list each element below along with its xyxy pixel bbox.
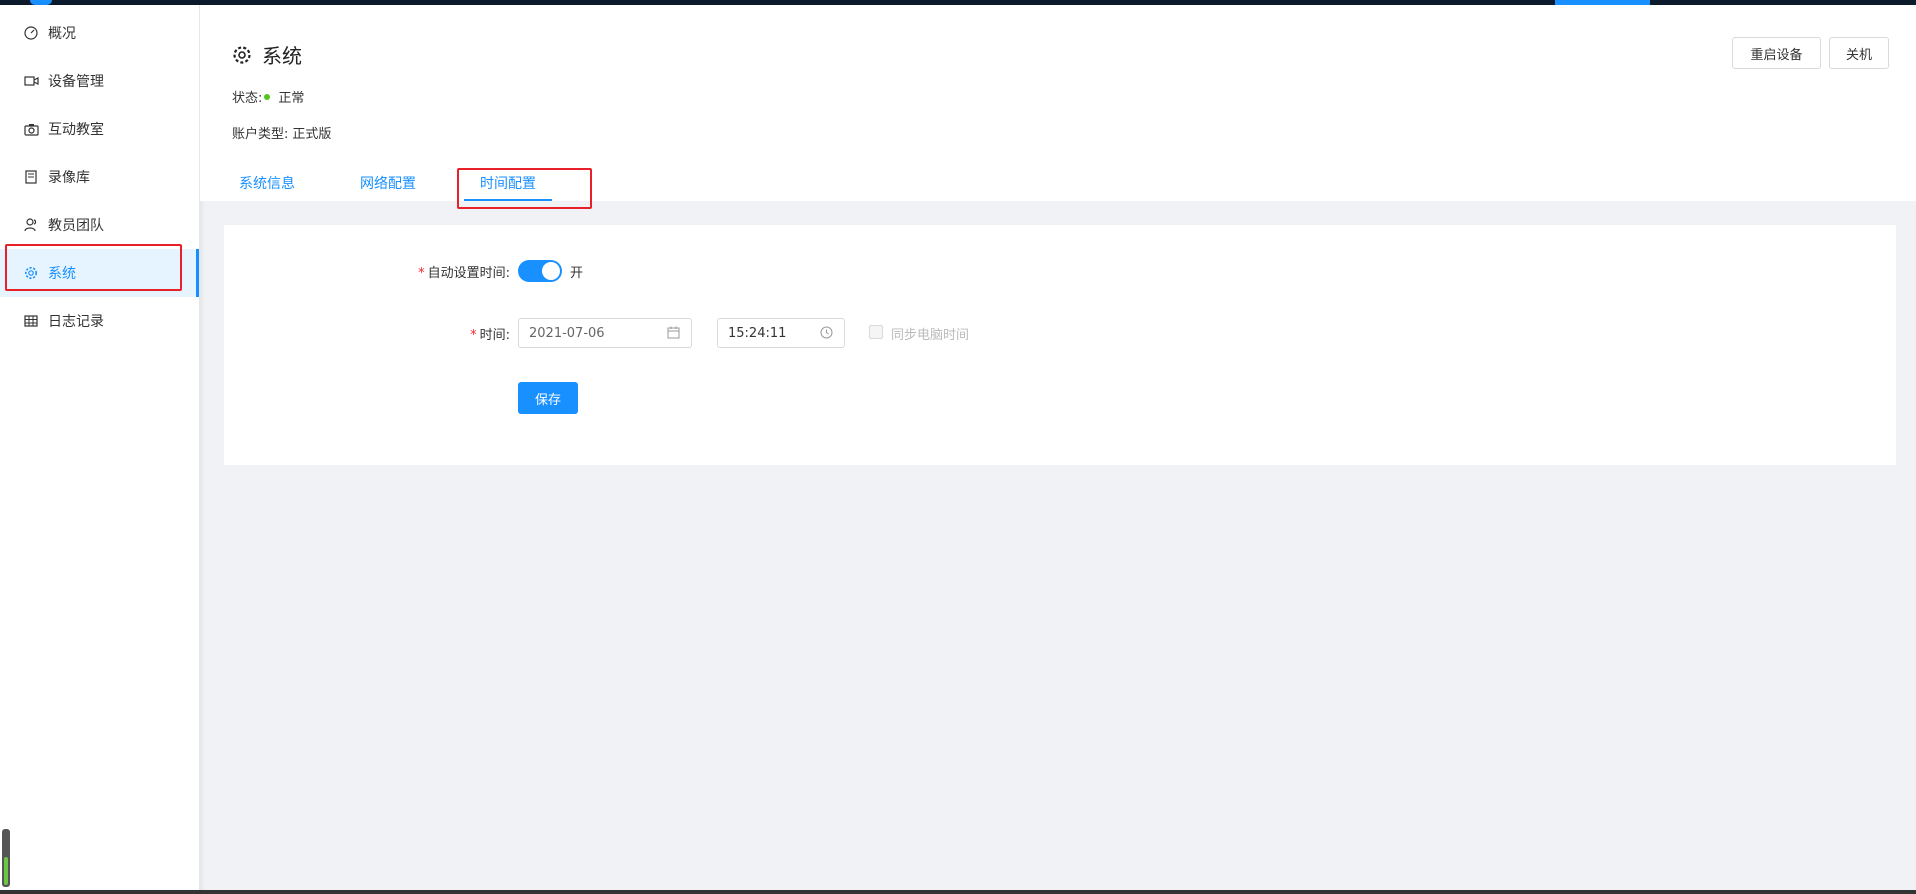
sidebar-item-label: 概况 (48, 26, 76, 42)
sidebar-item-label: 日志记录 (48, 314, 104, 330)
sidebar-item-logs[interactable]: 日志记录 (0, 297, 199, 345)
time-picker[interactable]: 15:24:11 (717, 318, 845, 348)
time-value: 15:24:11 (728, 325, 787, 341)
page-title-text: 系统 (262, 44, 302, 68)
status-label: 状态: (232, 91, 263, 106)
account-row: 账户类型: 正式版 (232, 123, 331, 142)
table-icon (23, 313, 39, 329)
calendar-icon (667, 326, 681, 340)
scroll-handle[interactable] (2, 829, 10, 887)
date-picker[interactable]: 2021-07-06 (518, 318, 692, 348)
date-value: 2021-07-06 (529, 325, 605, 341)
dashboard-icon (23, 25, 39, 41)
auto-time-state: 开 (570, 266, 584, 281)
sidebar: 概况 设备管理 互动教室 录像库 教员团队 系统 日志记录 (0, 5, 200, 894)
page-header: 系统 状态: 正常 账户类型: 正式版 重启设备 关机 系统信息 网络配置 时间… (200, 5, 1916, 201)
status-value: 正常 (278, 91, 305, 106)
sidebar-item-team[interactable]: 教员团队 (0, 201, 199, 249)
gear-icon (232, 45, 252, 65)
sidebar-item-classroom[interactable]: 互动教室 (0, 105, 199, 153)
account-label: 账户类型: (232, 127, 289, 142)
gear-icon (23, 265, 39, 281)
status-row: 状态: 正常 (232, 87, 304, 106)
page-title: 系统 (232, 40, 302, 69)
team-icon (23, 217, 39, 233)
sidebar-item-overview[interactable]: 概况 (0, 9, 199, 57)
sidebar-item-label: 互动教室 (48, 122, 104, 138)
tab-bar: 系统信息 网络配置 时间配置 (200, 165, 1000, 201)
auto-time-toggle[interactable] (518, 260, 562, 282)
time-label: * 时间: (470, 328, 510, 343)
sidebar-item-label: 录像库 (48, 170, 90, 186)
sync-computer-time-checkbox[interactable] (869, 325, 883, 339)
sidebar-item-system[interactable]: 系统 (0, 249, 199, 297)
shutdown-button[interactable]: 关机 (1829, 37, 1889, 69)
sidebar-item-label: 系统 (48, 266, 76, 282)
save-button[interactable]: 保存 (518, 382, 578, 414)
clock-icon (820, 326, 834, 340)
time-config-panel: * 自动设置时间: 开 * 时间: 2021-07-06 15:24:11 同步电脑… (224, 225, 1896, 465)
sidebar-item-label: 教员团队 (48, 218, 104, 234)
auto-time-label: * 自动设置时间: (418, 266, 510, 281)
tab-time-config[interactable]: 时间配置 (464, 173, 552, 201)
sidebar-item-label: 设备管理 (48, 74, 104, 90)
sync-computer-time-label: 同步电脑时间 (891, 328, 970, 343)
restart-button[interactable]: 重启设备 (1732, 37, 1821, 69)
tab-system-info[interactable]: 系统信息 (239, 173, 295, 209)
sidebar-item-recordings[interactable]: 录像库 (0, 153, 199, 201)
book-icon (23, 169, 39, 185)
account-value: 正式版 (292, 127, 332, 142)
video-camera-icon (23, 73, 39, 89)
status-dot (264, 93, 271, 100)
taskbar-strip (0, 890, 1916, 894)
tab-network-config[interactable]: 网络配置 (360, 173, 416, 209)
camera-icon (23, 121, 39, 137)
sidebar-item-devices[interactable]: 设备管理 (0, 57, 199, 105)
